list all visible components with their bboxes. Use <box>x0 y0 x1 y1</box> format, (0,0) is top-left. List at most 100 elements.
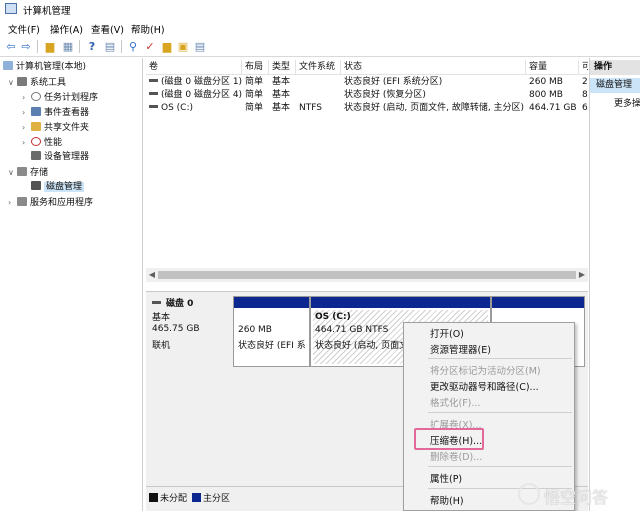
computer-management-icon <box>5 3 17 14</box>
menu-view[interactable]: 查看(V) <box>91 22 124 36</box>
device-manager-icon <box>31 151 41 160</box>
layout-cell: 简单 <box>245 90 264 100</box>
actions-disk-management[interactable]: 磁盘管理 <box>590 78 640 93</box>
menu-item-properties[interactable]: 属性(P) <box>430 471 462 485</box>
layout-cell: 简单 <box>245 77 264 87</box>
volume-row[interactable]: (磁盘 0 磁盘分区 4) 简单 基本 状态良好 (恢复分区) 800 MB 8 <box>146 89 588 102</box>
status-cell: 状态良好 (恢复分区) <box>344 90 426 100</box>
chevron-down-icon[interactable]: ∨ <box>8 75 17 90</box>
column-header-volume[interactable]: 卷 <box>146 60 242 75</box>
folder-icon[interactable]: ▆ <box>160 40 174 53</box>
volume-icon <box>149 79 158 82</box>
status-cell: 状态良好 (启动, 页面文件, 故障转储, 主分区) <box>344 103 525 113</box>
forward-icon[interactable]: ⇨ <box>19 40 33 53</box>
up-folder-icon[interactable]: ▆ <box>43 40 57 53</box>
check-icon[interactable]: ✓ <box>143 40 157 53</box>
back-icon[interactable]: ⇦ <box>4 40 18 53</box>
scrollbar-thumb[interactable] <box>158 271 576 279</box>
chevron-right-icon[interactable]: › <box>8 195 17 210</box>
show-hide-tree-icon[interactable]: ▦ <box>61 40 75 53</box>
column-header-status[interactable]: 状态 <box>341 60 526 75</box>
tree-item-event-viewer[interactable]: › 事件查看器 <box>22 105 89 120</box>
disk-management-icon <box>31 181 41 190</box>
computer-management-icon <box>3 61 13 70</box>
volume-name-cell: (磁盘 0 磁盘分区 1) <box>146 76 242 89</box>
menu-item-open[interactable]: 打开(O) <box>430 326 464 340</box>
volume-row[interactable]: OS (C:) 简单 基本 NTFS 状态良好 (启动, 页面文件, 故障转储,… <box>146 102 588 115</box>
tree-item-storage[interactable]: ∨ 存储 <box>8 165 48 180</box>
tree-item-computer-management[interactable]: 计算机管理(本地) <box>3 60 86 75</box>
chevron-right-icon[interactable]: › <box>22 105 31 120</box>
list-view-icon[interactable]: ▤ <box>193 40 207 53</box>
menu-bar: 文件(F) 操作(A) 查看(V) 帮助(H) <box>0 19 640 37</box>
partition-status: 状态良好 (EFI 系 <box>238 341 306 351</box>
menu-separator <box>428 358 572 359</box>
column-header-capacity[interactable]: 容量 <box>526 60 579 75</box>
tree-item-disk-management[interactable]: 磁盘管理 <box>31 180 85 195</box>
chevron-right-icon[interactable]: › <box>22 135 31 150</box>
watermark-text: 悟空问答 <box>544 488 609 507</box>
disk-icon[interactable]: ▣ <box>176 40 190 53</box>
scroll-left-icon[interactable]: ◀ <box>147 269 157 281</box>
title-bar: 计算机管理 <box>0 0 640 18</box>
tree-item-system-tools[interactable]: ∨ 系统工具 <box>8 75 66 90</box>
filesystem-cell: NTFS <box>299 103 322 113</box>
menu-action[interactable]: 操作(A) <box>50 22 83 36</box>
chevron-down-icon[interactable]: ∨ <box>8 165 17 180</box>
legend-unallocated: 未分配 <box>160 494 188 504</box>
scroll-right-icon[interactable]: ▶ <box>577 269 587 281</box>
chevron-right-icon[interactable]: › <box>22 120 31 135</box>
watermark-logo-icon <box>518 483 540 505</box>
tree-item-performance[interactable]: › 性能 <box>22 135 62 150</box>
partition-bar <box>311 297 490 308</box>
column-header-layout[interactable]: 布局 <box>242 60 269 75</box>
layout-cell: 简单 <box>245 103 264 113</box>
column-header-type[interactable]: 类型 <box>269 60 296 75</box>
window-title: 计算机管理 <box>23 6 71 17</box>
menu-help[interactable]: 帮助(H) <box>131 22 165 36</box>
menu-item-explorer[interactable]: 资源管理器(E) <box>430 342 491 356</box>
tree-item-task-scheduler[interactable]: › 任务计划程序 <box>22 90 98 105</box>
more-actions-link[interactable]: 更多操 <box>614 96 640 109</box>
navigation-tree: 计算机管理(本地) ∨ 系统工具 › 任务计划程序 › 事件查看器 › 共享文件夹 › 性… <box>0 58 143 511</box>
tree-item-services-apps[interactable]: › 服务和应用程序 <box>8 195 93 210</box>
menu-item-change-drive-letter[interactable]: 更改驱动器号和路径(C)... <box>430 379 539 393</box>
volume-list: 卷 布局 类型 文件系统 状态 容量 可 (磁盘 0 磁盘分区 1) 简单 基本… <box>146 60 588 284</box>
chevron-right-icon[interactable]: › <box>22 90 31 105</box>
volume-icon <box>149 92 158 95</box>
capacity-cell: 464.71 GB <box>529 103 577 113</box>
column-header-free[interactable]: 可 <box>579 60 588 75</box>
menu-separator <box>428 412 572 413</box>
volume-list-header: 卷 布局 类型 文件系统 状态 容量 可 <box>146 60 588 75</box>
disk-info[interactable]: 磁盘 0 基本 465.75 GB 联机 <box>146 293 230 371</box>
shared-folder-icon <box>31 122 41 131</box>
disk-name: 磁盘 0 <box>152 296 193 309</box>
column-header-filesystem[interactable]: 文件系统 <box>296 60 341 75</box>
properties-icon[interactable]: ▤ <box>103 40 117 53</box>
connect-icon[interactable]: ⚲ <box>126 40 140 53</box>
help-icon[interactable]: ? <box>85 40 99 53</box>
volume-row[interactable]: (磁盘 0 磁盘分区 1) 简单 基本 状态良好 (EFI 系统分区) 260 … <box>146 76 588 89</box>
partition-efi[interactable]: 260 MB 状态良好 (EFI 系 <box>233 296 310 367</box>
menu-file[interactable]: 文件(F) <box>8 22 40 36</box>
partition-status: 状态良好 (启动, 页面文 <box>315 341 409 351</box>
toolbar-separator <box>121 40 122 53</box>
toolbar: ⇦ ⇨ ▆ ▦ ? ▤ ⚲ ✓ ▆ ▣ ▤ <box>0 37 640 57</box>
status-cell: 状态良好 (EFI 系统分区) <box>344 77 443 87</box>
menu-item-delete-volume[interactable]: 删除卷(D)... <box>430 449 482 463</box>
services-icon <box>17 197 27 206</box>
menu-item-format[interactable]: 格式化(F)... <box>430 395 480 409</box>
type-cell: 基本 <box>272 103 291 113</box>
actions-pane: 操作 磁盘管理 更多操 <box>589 58 640 511</box>
disk-status: 联机 <box>152 341 171 351</box>
filesystem-cell <box>296 76 341 89</box>
menu-item-help[interactable]: 帮助(H) <box>430 493 464 507</box>
tree-item-device-manager[interactable]: 设备管理器 <box>31 150 89 165</box>
filesystem-cell <box>296 89 341 102</box>
tree-item-shared-folders[interactable]: › 共享文件夹 <box>22 120 89 135</box>
menu-item-mark-active[interactable]: 将分区标记为活动分区(M) <box>430 363 541 377</box>
toolbar-separator <box>37 40 38 53</box>
volume-list-scrollbar[interactable]: ◀ ▶ <box>146 268 588 282</box>
disk-type: 基本 <box>152 313 171 323</box>
unallocated-swatch <box>149 493 158 502</box>
